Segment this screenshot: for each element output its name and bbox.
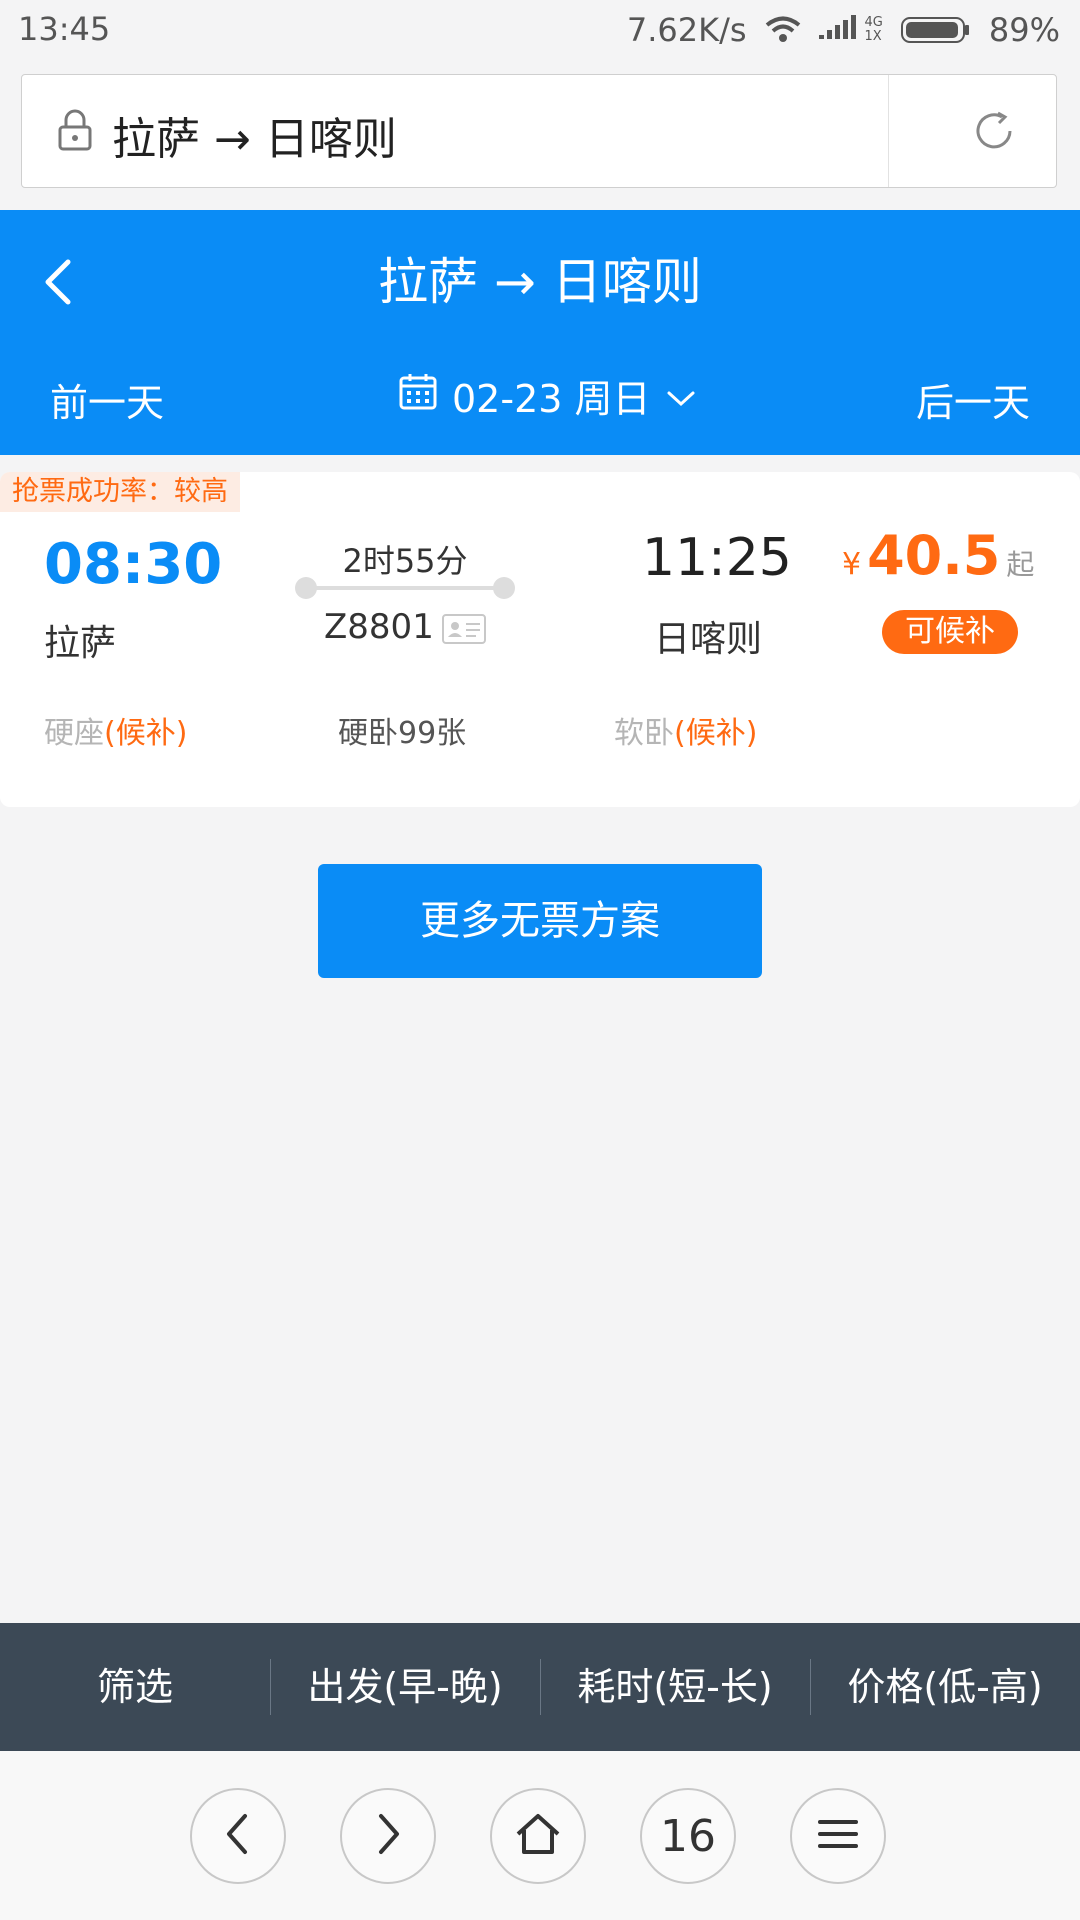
address-text[interactable]: 拉萨 → 日喀则 bbox=[112, 103, 397, 167]
signal-icon bbox=[818, 15, 857, 45]
nav-forward-button[interactable] bbox=[340, 1788, 436, 1884]
route-dot-start bbox=[295, 577, 317, 599]
price-value: 40.5 bbox=[867, 524, 1001, 587]
arrival-station: 日喀则 bbox=[654, 619, 763, 660]
net-type: 4G 1X bbox=[864, 15, 883, 44]
seat-soft-sleeper: 软卧(候补) bbox=[614, 716, 758, 751]
route-line bbox=[295, 577, 515, 599]
header: 拉萨 → 日喀则 前一天 02-23 周日 后一天 bbox=[0, 210, 1080, 455]
more-options-button[interactable]: 更多无票方案 bbox=[318, 864, 762, 978]
nav-tabs-button[interactable]: 16 bbox=[640, 1788, 736, 1884]
seat-hard-seat: 硬座(候补) bbox=[44, 716, 188, 751]
nav-menu-button[interactable] bbox=[790, 1788, 886, 1884]
departure-time: 08:30 bbox=[44, 532, 223, 597]
chevron-down-icon bbox=[665, 374, 697, 418]
nav-back-button[interactable] bbox=[190, 1788, 286, 1884]
tab-count: 16 bbox=[660, 1810, 716, 1862]
success-rate-badge: 抢票成功率：较高 bbox=[0, 472, 240, 512]
route-dot-end bbox=[493, 577, 515, 599]
battery-icon bbox=[900, 15, 971, 45]
id-card-icon bbox=[442, 614, 486, 648]
sort-price[interactable]: 价格(低-高) bbox=[810, 1623, 1080, 1751]
date-picker[interactable]: 02-23 周日 bbox=[398, 368, 697, 423]
sort-duration[interactable]: 耗时(短-长) bbox=[540, 1623, 810, 1751]
chevron-right-icon bbox=[373, 1812, 403, 1860]
status-indicators: 7.62K/s 4G 1X 89% bbox=[627, 10, 1060, 50]
status-time: 13:45 bbox=[18, 10, 111, 48]
sort-filter[interactable]: 筛选 bbox=[0, 1623, 270, 1751]
menu-icon bbox=[818, 1818, 858, 1854]
departure-station: 拉萨 bbox=[44, 623, 117, 664]
reload-icon[interactable] bbox=[972, 109, 1016, 157]
next-day-button[interactable]: 后一天 bbox=[916, 372, 1030, 427]
lock-icon bbox=[58, 109, 92, 155]
sort-bar: 筛选 出发(早-晚) 耗时(短-长) 价格(低-高) bbox=[0, 1623, 1080, 1751]
seat-hard-sleeper: 硬卧99张 bbox=[338, 716, 467, 751]
price: ¥ 40.5 起 bbox=[842, 524, 1034, 587]
address-divider bbox=[888, 75, 889, 187]
waitlist-button[interactable]: 可候补 bbox=[882, 610, 1018, 654]
address-bar[interactable]: 拉萨 → 日喀则 bbox=[21, 74, 1057, 188]
wifi-icon bbox=[765, 16, 801, 44]
train-card[interactable]: 抢票成功率：较高 08:30 拉萨 2时55分 Z8801 11:25 日喀则 … bbox=[0, 472, 1080, 807]
browser-nav: 16 bbox=[0, 1751, 1080, 1920]
price-currency: ¥ bbox=[842, 547, 862, 582]
duration: 2时55分 bbox=[342, 542, 468, 580]
train-number: Z8801 bbox=[324, 607, 434, 647]
selected-date: 02-23 周日 bbox=[452, 377, 651, 421]
nav-home-button[interactable] bbox=[490, 1788, 586, 1884]
arrival-time: 11:25 bbox=[642, 528, 792, 588]
net-speed: 7.62K/s bbox=[626, 11, 747, 49]
prev-day-button[interactable]: 前一天 bbox=[50, 372, 164, 427]
page-title: 拉萨 → 日喀则 bbox=[378, 253, 702, 311]
calendar-icon bbox=[398, 371, 438, 420]
home-icon bbox=[514, 1812, 562, 1860]
sort-departure[interactable]: 出发(早-晚) bbox=[270, 1623, 540, 1751]
price-suffix: 起 bbox=[1006, 548, 1035, 581]
status-bar: 13:45 7.62K/s 4G 1X 89% bbox=[0, 0, 1080, 62]
battery-level: 89% bbox=[988, 11, 1060, 49]
chevron-left-icon bbox=[223, 1812, 253, 1860]
